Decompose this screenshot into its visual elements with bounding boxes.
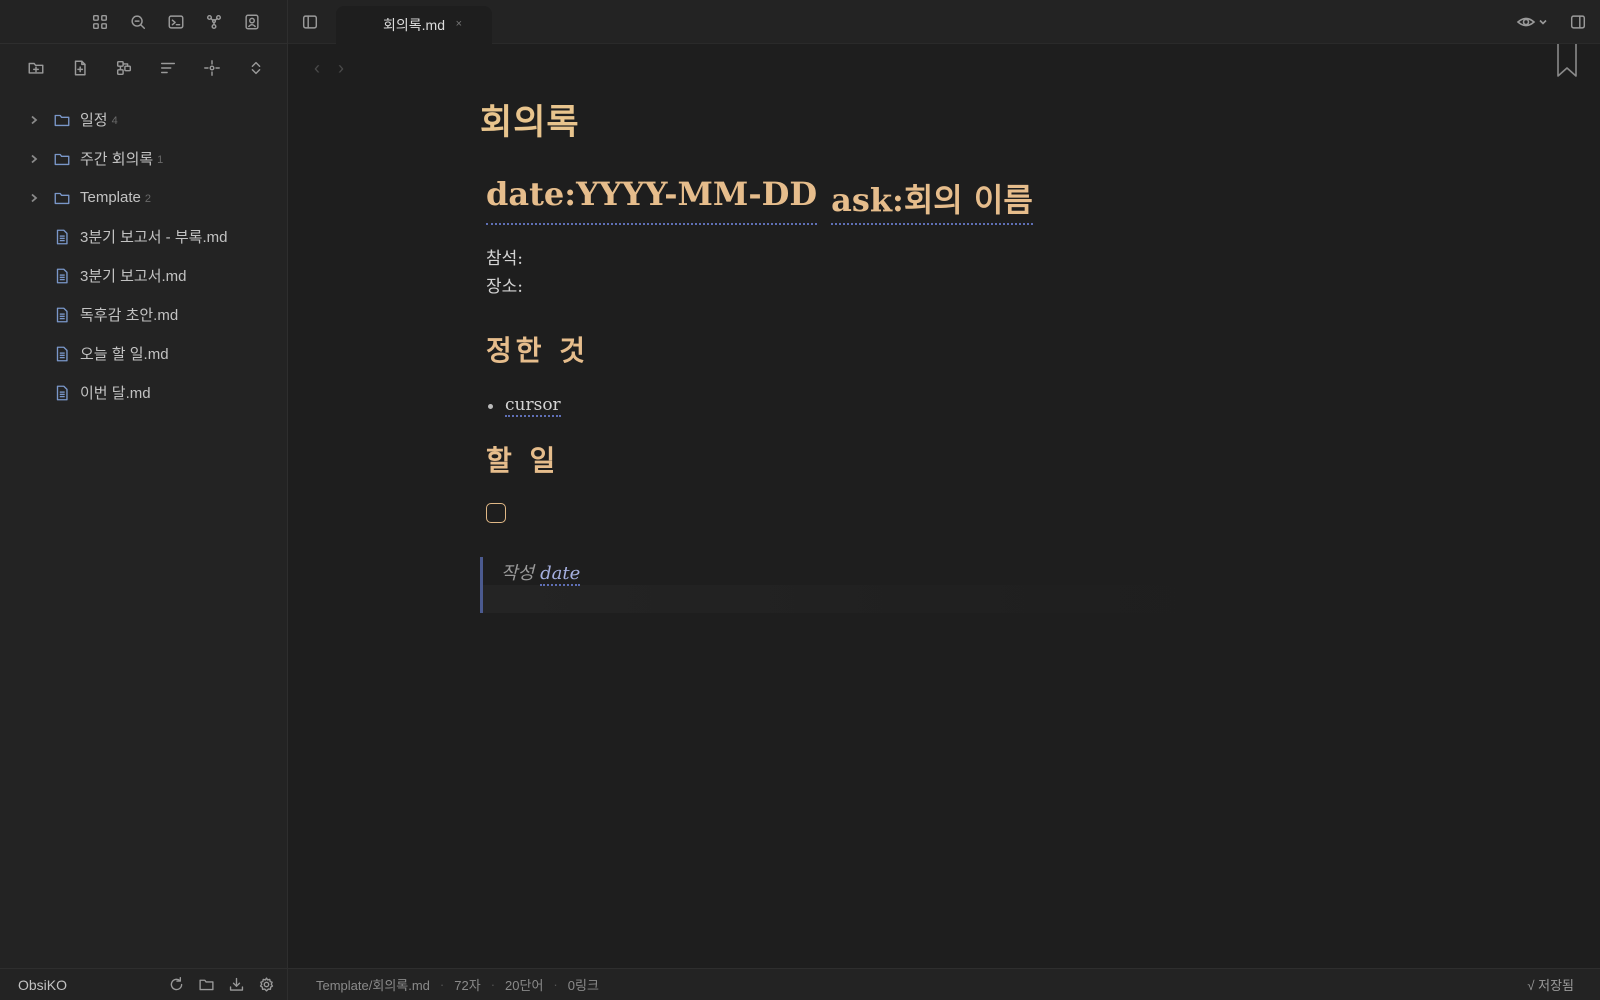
sidebar-toggle-icon[interactable] [298,10,322,34]
reading-view-toggle[interactable] [1516,12,1548,32]
tree-file[interactable]: 3분기 보고서.md [0,256,287,295]
download-icon[interactable] [224,973,248,997]
tree-file[interactable]: 독후감 초안.md [0,295,287,334]
terminal-icon[interactable] [164,10,188,34]
search-icon[interactable] [126,10,150,34]
quote-prefix: 작성 [501,563,535,584]
tree-item-label: 독후감 초안.md [80,307,179,324]
footer-icons [164,973,288,997]
tab-close-button[interactable]: × [456,18,462,30]
status-words: 20단어 [505,978,544,993]
properties: 참석: 장소: [480,245,1300,301]
bookmark-icon[interactable] [1556,44,1578,78]
tree-item-label: 3분기 보고서 - 부록.md [80,229,228,246]
file-explorer-toolbar [0,44,287,92]
tree-item-count: 2 [144,192,151,205]
locate-icon[interactable] [199,55,225,81]
sidebar-ribbon [0,0,287,44]
file-tree: 일정 4 주간 회의록 1 Template 2 3분기 보고서 - 부록.md [0,92,287,412]
status-bar: Template/회의록.md · 72자 · 20단어 · 0링크 √ 저장됨 [288,968,1600,1000]
app-window: 일정 4 주간 회의록 1 Template 2 3분기 보고서 - 부록.md [0,0,1600,1000]
internal-link[interactable]: date [540,563,581,586]
canvas-icon[interactable] [111,55,137,81]
tree-folder[interactable]: Template 2 [0,178,287,217]
topbar-actions [1516,10,1590,34]
tab-bar: 회의록.md × [288,0,1600,44]
tree-item-label: 주간 회의록 [80,151,154,168]
status-chars: 72자 [454,978,481,993]
tab-active[interactable]: 회의록.md × [336,6,492,44]
separator: · [553,977,558,992]
tree-item-label: 3분기 보고서.md [80,268,187,285]
history-nav: ‹ › [314,58,344,79]
status-path[interactable]: Template/회의록.md [316,975,430,994]
file-icon [52,266,72,286]
status-links: 0링크 [567,978,599,993]
document[interactable]: 회의록 date:YYYY-MM-DD ask:회의 이름 참석: 장소: 정한… [480,94,1300,613]
tree-item-label: 이번 달.md [80,385,151,402]
list-item: cursor [480,395,1300,417]
heading-2: 정한 것 [486,334,590,367]
separator: · [490,977,496,992]
contact-icon[interactable] [240,10,264,34]
task-checkbox[interactable] [486,503,506,523]
folder-icon [52,149,72,169]
note-title[interactable]: 회의록 [480,94,1300,145]
layout-grid-icon[interactable] [88,10,112,34]
file-icon [52,344,72,364]
editor-pane: ‹ › 회의록 date:YYYY-MM-DD ask:회의 이름 참석: 장소… [288,44,1600,968]
new-note-icon[interactable] [67,55,93,81]
tab-title: 회의록.md [383,17,445,33]
tree-file[interactable]: 이번 달.md [0,373,287,412]
tree-item-label: Template [80,189,141,206]
separator: · [439,977,445,992]
tree-folder[interactable]: 주간 회의록 1 [0,139,287,178]
tree-file[interactable]: 오늘 할 일.md [0,334,287,373]
chevron-right-icon[interactable] [26,193,42,203]
blockquote: 작성 date [480,557,1300,613]
folder-icon[interactable] [194,973,218,997]
tree-item-label: 오늘 할 일.md [80,346,169,363]
tree-file[interactable]: 3분기 보고서 - 부록.md [0,217,287,256]
back-button[interactable]: ‹ [314,58,320,79]
file-icon [52,305,72,325]
heading-link[interactable]: ask:회의 이름 [831,175,1033,225]
folder-icon [52,188,72,208]
tree-item-count: 4 [111,114,118,127]
tree-item-label: 일정 [80,112,108,129]
forward-button[interactable]: › [338,58,344,79]
chevron-right-icon[interactable] [26,154,42,164]
tree-folder[interactable]: 일정 4 [0,100,287,139]
chevron-right-icon[interactable] [26,115,42,125]
bullet-dot [488,403,493,409]
quote-text: 작성 date [501,559,581,586]
eye-icon [1516,17,1536,27]
collapse-expand-icon[interactable] [243,55,269,81]
new-folder-icon[interactable] [23,55,49,81]
heading-1: date:YYYY-MM-DD ask:회의 이름 [480,175,1300,225]
file-icon [52,383,72,403]
sync-icon[interactable] [164,973,188,997]
chevron-down-icon [1539,19,1547,25]
prop-attendees: 참석: [486,249,524,269]
vault-name[interactable]: ObsiKO [18,977,164,993]
status-saved: √ 저장됨 [1527,978,1574,993]
settings-icon[interactable] [254,973,278,997]
heading-2: 할 일 [486,444,560,477]
graph-icon[interactable] [202,10,226,34]
right-sidebar-toggle-icon[interactable] [1566,10,1590,34]
heading-link[interactable]: date:YYYY-MM-DD [486,175,818,225]
sidebar-footer: ObsiKO [0,968,288,1000]
left-sidebar: 일정 4 주간 회의록 1 Template 2 3분기 보고서 - 부록.md [0,0,288,1000]
tree-item-count: 1 [157,153,164,166]
folder-icon [52,110,72,130]
sort-icon[interactable] [155,55,181,81]
file-icon [52,227,72,247]
internal-link[interactable]: cursor [505,395,561,417]
prop-location: 장소: [486,277,524,297]
